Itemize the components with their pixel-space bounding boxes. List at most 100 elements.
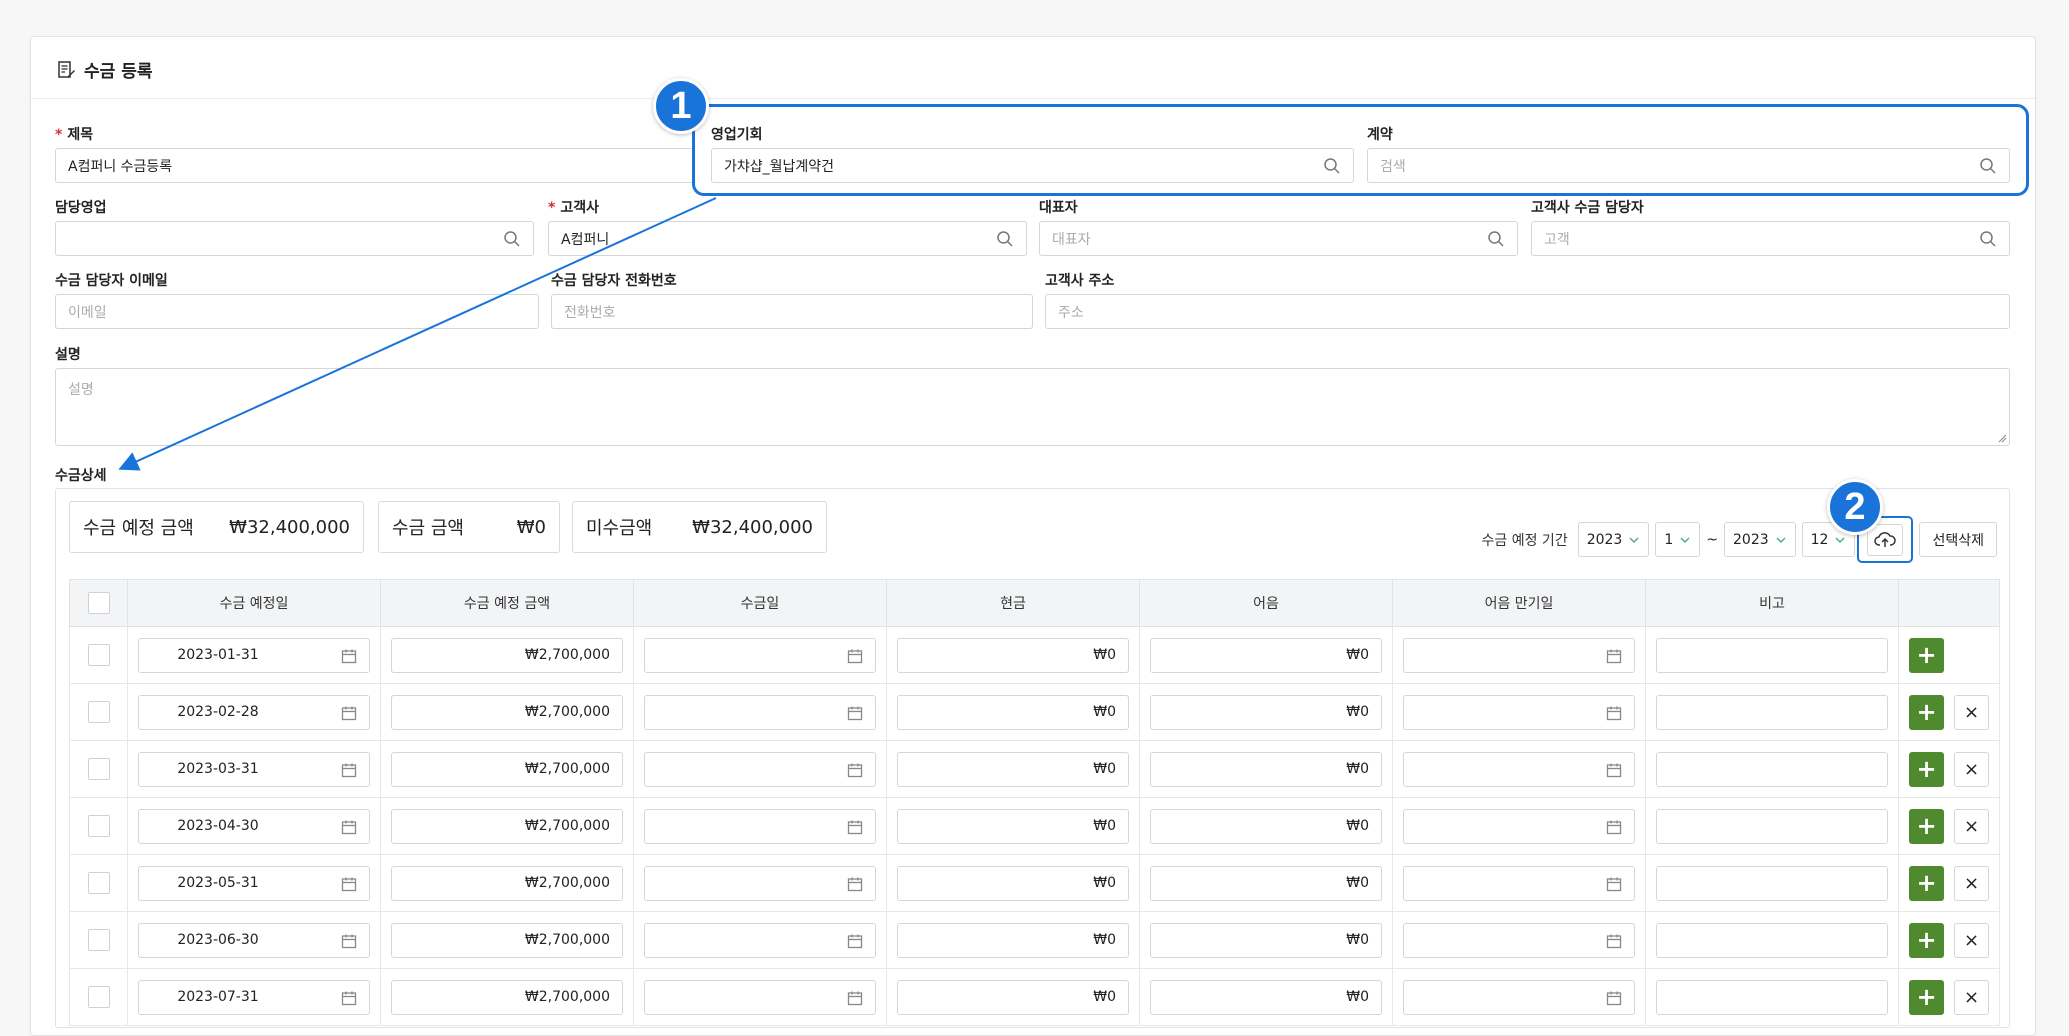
calendar-icon[interactable] bbox=[1606, 990, 1622, 1006]
bill-input[interactable]: ₩0 bbox=[1150, 865, 1382, 901]
delete-selected-button[interactable]: 선택삭제 bbox=[1919, 522, 1997, 557]
bill-due-date-input[interactable] bbox=[1403, 865, 1635, 901]
title-input[interactable]: A컴퍼니 수금등록 bbox=[55, 148, 695, 183]
calendar-icon[interactable] bbox=[1606, 648, 1622, 664]
calendar-icon[interactable] bbox=[1606, 705, 1622, 721]
received-date-input[interactable] bbox=[644, 865, 876, 901]
calendar-icon[interactable] bbox=[341, 819, 357, 835]
due-date-input[interactable]: 2023-02-28 bbox=[138, 694, 370, 730]
row-checkbox[interactable] bbox=[87, 815, 110, 837]
due-date-input[interactable]: 2023-07-31 bbox=[138, 979, 370, 1015]
bill-input[interactable]: ₩0 bbox=[1150, 637, 1382, 673]
to-year-select[interactable]: 2023 bbox=[1724, 522, 1796, 557]
bill-due-date-input[interactable] bbox=[1403, 694, 1635, 730]
due-amount-input[interactable]: ₩2,700,000 bbox=[391, 922, 623, 958]
search-icon[interactable] bbox=[1323, 157, 1341, 175]
received-date-input[interactable] bbox=[644, 637, 876, 673]
received-date-input[interactable] bbox=[644, 979, 876, 1015]
bill-input[interactable]: ₩0 bbox=[1150, 694, 1382, 730]
due-amount-input[interactable]: ₩2,700,000 bbox=[391, 694, 623, 730]
due-amount-input[interactable]: ₩2,700,000 bbox=[391, 751, 623, 787]
remove-row-button[interactable]: × bbox=[1954, 694, 1989, 730]
calendar-icon[interactable] bbox=[847, 819, 863, 835]
due-amount-input[interactable]: ₩2,700,000 bbox=[391, 808, 623, 844]
add-row-button[interactable]: + bbox=[1909, 922, 1944, 958]
representative-input[interactable]: 대표자 bbox=[1039, 221, 1518, 256]
note-input[interactable] bbox=[1656, 751, 1888, 787]
add-row-button[interactable]: + bbox=[1909, 979, 1944, 1015]
cash-input[interactable]: ₩0 bbox=[897, 637, 1129, 673]
received-date-input[interactable] bbox=[644, 808, 876, 844]
due-date-input[interactable]: 2023-06-30 bbox=[138, 922, 370, 958]
calendar-icon[interactable] bbox=[341, 648, 357, 664]
search-icon[interactable] bbox=[1487, 230, 1505, 248]
note-input[interactable] bbox=[1656, 694, 1888, 730]
cash-input[interactable]: ₩0 bbox=[897, 694, 1129, 730]
bill-due-date-input[interactable] bbox=[1403, 637, 1635, 673]
received-date-input[interactable] bbox=[644, 751, 876, 787]
bill-input[interactable]: ₩0 bbox=[1150, 922, 1382, 958]
calendar-icon[interactable] bbox=[847, 648, 863, 664]
select-all-checkbox[interactable] bbox=[87, 592, 110, 614]
cash-input[interactable]: ₩0 bbox=[897, 865, 1129, 901]
cash-input[interactable]: ₩0 bbox=[897, 808, 1129, 844]
calendar-icon[interactable] bbox=[341, 762, 357, 778]
from-month-select[interactable]: 1 bbox=[1655, 522, 1701, 557]
calendar-icon[interactable] bbox=[847, 933, 863, 949]
calendar-icon[interactable] bbox=[1606, 876, 1622, 892]
search-icon[interactable] bbox=[1979, 157, 1997, 175]
add-row-button[interactable]: + bbox=[1909, 808, 1944, 844]
remove-row-button[interactable]: × bbox=[1954, 808, 1989, 844]
row-checkbox[interactable] bbox=[87, 986, 110, 1008]
bill-due-date-input[interactable] bbox=[1403, 979, 1635, 1015]
contact-email-input[interactable]: 이메일 bbox=[55, 294, 539, 329]
calendar-icon[interactable] bbox=[847, 990, 863, 1006]
bill-due-date-input[interactable] bbox=[1403, 751, 1635, 787]
remove-row-button[interactable]: × bbox=[1954, 751, 1989, 787]
remove-row-button[interactable]: × bbox=[1954, 922, 1989, 958]
bill-input[interactable]: ₩0 bbox=[1150, 751, 1382, 787]
note-input[interactable] bbox=[1656, 922, 1888, 958]
bill-due-date-input[interactable] bbox=[1403, 808, 1635, 844]
due-date-input[interactable]: 2023-01-31 bbox=[138, 637, 370, 673]
due-amount-input[interactable]: ₩2,700,000 bbox=[391, 637, 623, 673]
resize-grip-icon[interactable] bbox=[1997, 433, 2007, 443]
received-date-input[interactable] bbox=[644, 922, 876, 958]
note-input[interactable] bbox=[1656, 979, 1888, 1015]
bill-input[interactable]: ₩0 bbox=[1150, 979, 1382, 1015]
received-date-input[interactable] bbox=[644, 694, 876, 730]
description-textarea[interactable]: 설명 bbox=[55, 368, 2010, 446]
contact-phone-input[interactable]: 전화번호 bbox=[551, 294, 1033, 329]
bill-input[interactable]: ₩0 bbox=[1150, 808, 1382, 844]
calendar-icon[interactable] bbox=[1606, 762, 1622, 778]
cash-input[interactable]: ₩0 bbox=[897, 979, 1129, 1015]
calendar-icon[interactable] bbox=[847, 876, 863, 892]
customer-input[interactable]: A컴퍼니 bbox=[548, 221, 1027, 256]
due-amount-input[interactable]: ₩2,700,000 bbox=[391, 865, 623, 901]
calendar-icon[interactable] bbox=[847, 762, 863, 778]
cash-input[interactable]: ₩0 bbox=[897, 751, 1129, 787]
row-checkbox[interactable] bbox=[87, 758, 110, 780]
customer-contact-input[interactable]: 고객 bbox=[1531, 221, 2010, 256]
customer-address-input[interactable]: 주소 bbox=[1045, 294, 2010, 329]
search-icon[interactable] bbox=[996, 230, 1014, 248]
due-date-input[interactable]: 2023-05-31 bbox=[138, 865, 370, 901]
due-date-input[interactable]: 2023-03-31 bbox=[138, 751, 370, 787]
row-checkbox[interactable] bbox=[87, 644, 110, 666]
opportunity-input[interactable]: 가챠샵_월납계약건 bbox=[711, 148, 1354, 183]
from-year-select[interactable]: 2023 bbox=[1577, 522, 1650, 557]
note-input[interactable] bbox=[1656, 808, 1888, 844]
due-amount-input[interactable]: ₩2,700,000 bbox=[391, 979, 623, 1015]
remove-row-button[interactable]: × bbox=[1954, 865, 1989, 901]
calendar-icon[interactable] bbox=[1606, 819, 1622, 835]
add-row-button[interactable]: + bbox=[1909, 751, 1944, 787]
calendar-icon[interactable] bbox=[341, 990, 357, 1006]
calendar-icon[interactable] bbox=[847, 705, 863, 721]
search-icon[interactable] bbox=[1979, 230, 1997, 248]
search-icon[interactable] bbox=[503, 230, 521, 248]
remove-row-button[interactable]: × bbox=[1954, 979, 1989, 1015]
sales-rep-input[interactable] bbox=[55, 221, 534, 256]
add-row-button[interactable]: + bbox=[1909, 637, 1944, 673]
row-checkbox[interactable] bbox=[87, 872, 110, 894]
cash-input[interactable]: ₩0 bbox=[897, 922, 1129, 958]
